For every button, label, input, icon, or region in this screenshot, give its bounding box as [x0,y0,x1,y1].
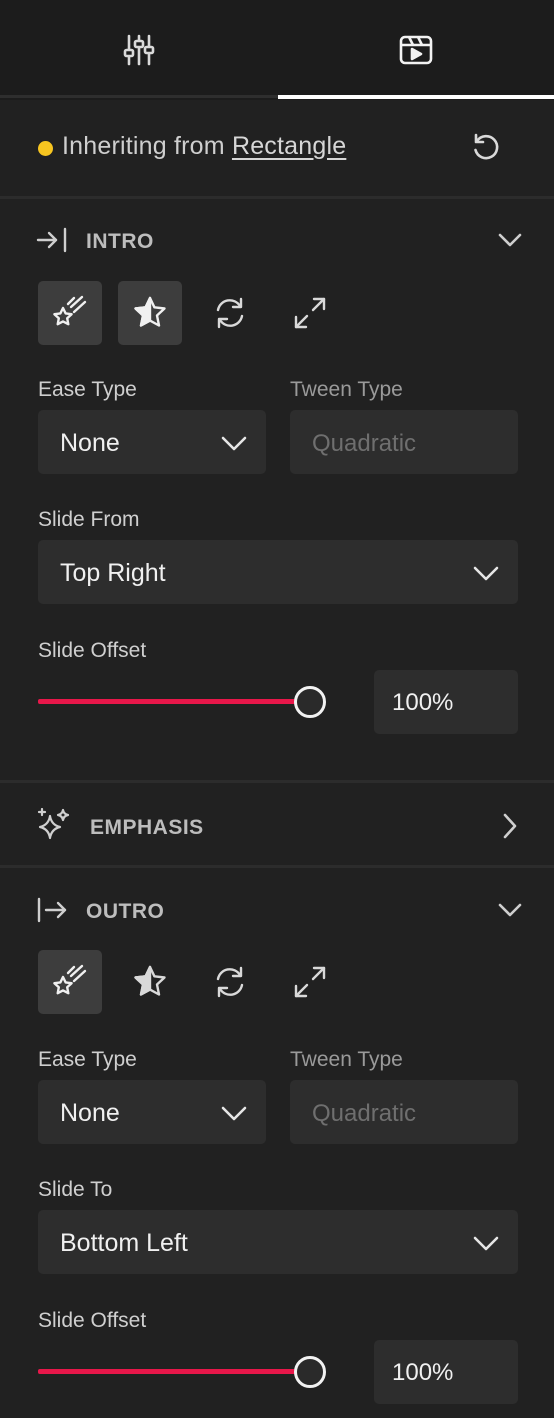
tab-properties[interactable] [0,0,277,100]
intro-arrow-icon [36,226,68,254]
intro-direction-value: Top Right [60,559,166,587]
outro-direction-select[interactable]: Bottom Left [38,1210,518,1274]
star-icon [132,964,168,1000]
emphasis-section-header[interactable]: EMPHASIS [0,796,554,856]
chevron-down-icon [498,902,522,918]
chevron-down-icon [498,232,522,248]
shooting-star-icon [52,964,88,1000]
inherit-status-dot [38,141,53,156]
intro-direction-label: Slide From [38,508,140,531]
star-icon [132,295,168,331]
intro-direction-select[interactable]: Top Right [38,540,518,604]
outro-arrow-icon [36,896,68,924]
refresh-icon [213,296,247,330]
divider [0,196,554,199]
outro-direction-label: Slide To [38,1178,113,1201]
outro-tween-type-value: Quadratic [312,1100,417,1127]
intro-offset-label: Slide Offset [38,639,147,662]
inherit-text: Inheriting from Rectangle [62,132,346,161]
chevron-down-icon [472,564,500,582]
outro-anim-rotate-button[interactable] [198,950,262,1014]
intro-section-header[interactable]: INTRO [0,210,554,270]
outro-offset-slider[interactable] [38,1354,326,1390]
sparkles-icon [36,808,70,844]
slider-thumb[interactable] [294,1356,326,1388]
outro-section-header[interactable]: OUTRO [0,880,554,940]
chevron-right-icon [502,813,518,839]
outro-anim-star-button[interactable] [118,950,182,1014]
outro-offset-label: Slide Offset [38,1309,147,1332]
outro-direction-value: Bottom Left [60,1229,188,1257]
outro-ease-type-value: None [60,1099,120,1127]
intro-title: INTRO [86,230,154,253]
intro-tween-type-value: Quadratic [312,430,417,457]
active-tab-indicator [278,95,554,99]
intro-ease-type-select[interactable]: None [38,410,266,474]
expand-icon [293,296,327,330]
refresh-icon [213,965,247,999]
outro-ease-type-select[interactable]: None [38,1080,266,1144]
intro-anim-fly-button[interactable] [38,281,102,345]
inherit-prefix: Inheriting from [62,132,225,160]
chevron-down-icon [220,434,248,452]
outro-offset-value: 100% [392,1359,454,1386]
slider-fill [38,699,310,704]
intro-tween-type-label: Tween Type [290,378,403,401]
panel-tabs [0,0,554,100]
intro-tween-type-select: Quadratic [290,410,518,474]
expand-icon [293,965,327,999]
reset-button[interactable] [466,128,506,168]
chevron-down-icon [472,1234,500,1252]
intro-offset-input[interactable]: 100% [374,670,518,734]
slider-fill [38,1369,310,1374]
outro-offset-input[interactable]: 100% [374,1340,518,1404]
outro-title: OUTRO [86,900,165,923]
intro-anim-rotate-button[interactable] [198,281,262,345]
clapperboard-icon [399,35,433,65]
intro-ease-type-value: None [60,429,120,457]
shooting-star-icon [52,295,88,331]
intro-offset-slider[interactable] [38,684,326,720]
sliders-icon [122,33,156,67]
outro-tween-type-select: Quadratic [290,1080,518,1144]
outro-anim-scale-button[interactable] [278,950,342,1014]
outro-anim-fly-button[interactable] [38,950,102,1014]
intro-ease-type-label: Ease Type [38,378,137,401]
tab-animation[interactable] [277,0,554,100]
reset-icon [470,132,502,164]
inherit-source-link[interactable]: Rectangle [232,132,346,160]
divider [0,865,554,868]
chevron-down-icon [220,1104,248,1122]
intro-offset-value: 100% [392,689,454,716]
outro-tween-type-label: Tween Type [290,1048,403,1071]
intro-anim-scale-button[interactable] [278,281,342,345]
outro-ease-type-label: Ease Type [38,1048,137,1071]
emphasis-title: EMPHASIS [90,816,204,839]
slider-thumb[interactable] [294,686,326,718]
intro-anim-star-button[interactable] [118,281,182,345]
divider [0,780,554,783]
